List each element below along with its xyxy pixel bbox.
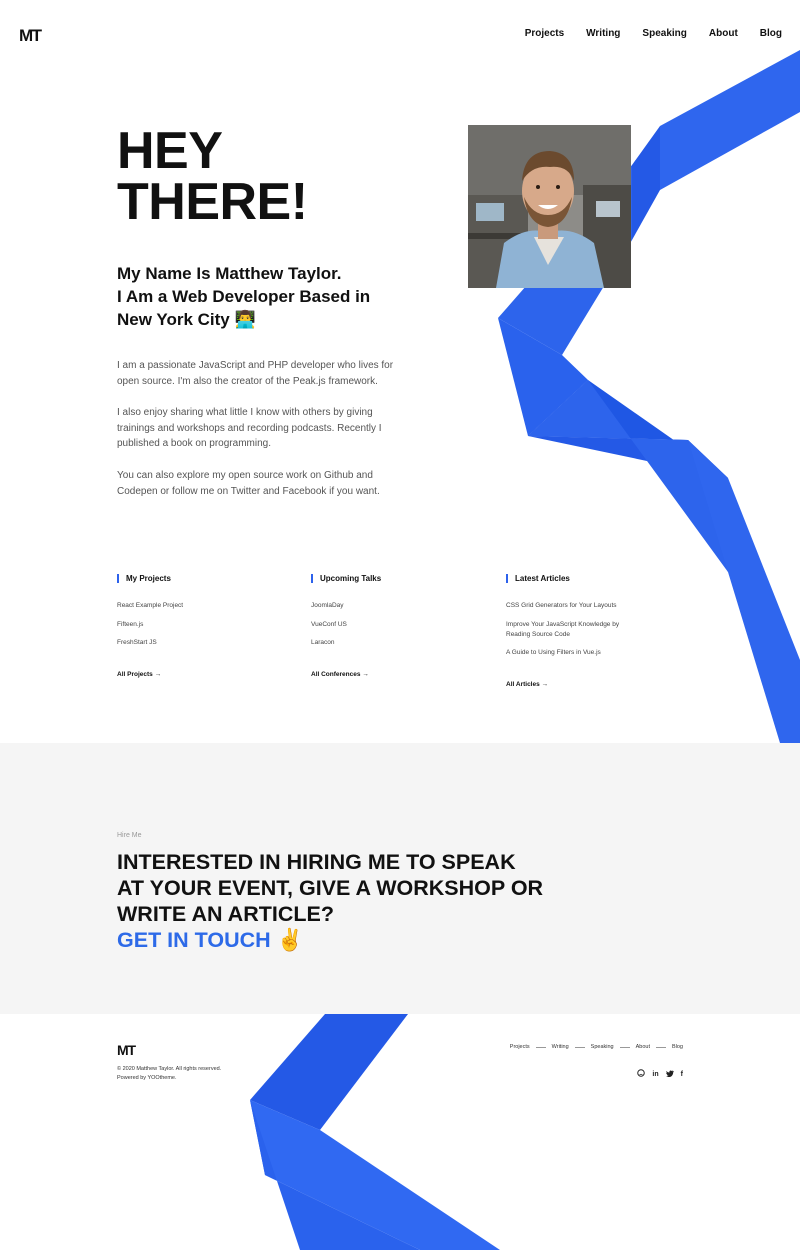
list-item[interactable]: Laracon	[311, 638, 491, 648]
list-item[interactable]: VueConf US	[311, 620, 491, 630]
nav-writing[interactable]: Writing	[586, 28, 620, 39]
footer-logo[interactable]: MT	[117, 1042, 136, 1058]
list-item[interactable]: CSS Grid Generators for Your Layouts	[506, 601, 636, 611]
column-title: My Projects	[117, 574, 297, 583]
nav-divider	[535, 1046, 546, 1048]
column-title: Upcoming Talks	[311, 574, 491, 583]
talk-list: JoomlaDay VueConf US Laracon	[311, 601, 491, 648]
bio-paragraph: You can also explore my open source work…	[117, 469, 380, 497]
twitter-icon[interactable]	[665, 1070, 674, 1080]
list-item[interactable]: React Example Project	[117, 601, 297, 611]
subtitle-line: I Am a Web Developer Based in	[117, 287, 371, 306]
hero-title-line: THERE!	[117, 173, 308, 231]
list-item[interactable]: Fifteen.js	[117, 620, 297, 630]
footer-nav: Projects Writing Speaking About Blog	[510, 1044, 683, 1050]
hero-subtitle: My Name Is Matthew Taylor. I Am a Web De…	[117, 262, 417, 331]
get-in-touch-link[interactable]: GET IN TOUCH	[117, 928, 271, 952]
footer-nav-about[interactable]: About	[636, 1044, 650, 1050]
social-links: in f	[637, 1069, 683, 1080]
list-item[interactable]: FreshStart JS	[117, 638, 297, 648]
column-talks: Upcoming Talks JoomlaDay VueConf US Lara…	[311, 574, 491, 681]
column-projects: My Projects React Example Project Fiftee…	[117, 574, 297, 681]
nav-about[interactable]: About	[709, 28, 738, 39]
hire-line-text: WRITE AN ARTICLE?	[117, 902, 334, 926]
hire-heading: INTERESTED IN HIRING ME TO SPEAK AT YOUR…	[117, 849, 677, 953]
all-articles-link[interactable]: All Articles →	[506, 681, 548, 688]
facebook-icon[interactable]: f	[681, 1070, 683, 1079]
footer-nav-projects[interactable]: Projects	[510, 1044, 530, 1050]
column-articles: Latest Articles CSS Grid Generators for …	[506, 574, 636, 691]
hero-title: HEY THERE!	[117, 122, 377, 231]
hire-line: INTERESTED IN HIRING ME TO SPEAK	[117, 850, 516, 874]
nav-divider	[655, 1046, 666, 1048]
hire-section: Hire Me INTERESTED IN HIRING ME TO SPEAK…	[0, 743, 800, 1014]
list-item[interactable]: Improve Your JavaScript Knowledge by Rea…	[506, 620, 636, 640]
footer-copyright: © 2020 Matthew Taylor. All rights reserv…	[117, 1065, 221, 1083]
subtitle-line: My Name Is Matthew Taylor.	[117, 264, 342, 283]
hire-line: AT YOUR EVENT, GIVE A WORKSHOP OR	[117, 876, 544, 900]
profile-photo	[468, 125, 631, 288]
hire-line: WRITE AN ARTICLE? GET IN TOUCH ✌️	[117, 901, 677, 953]
all-projects-link[interactable]: All Projects →	[117, 671, 161, 678]
linkedin-icon[interactable]: in	[652, 1070, 658, 1079]
footer-nav-speaking[interactable]: Speaking	[591, 1044, 614, 1050]
bio-text: I am a passionate JavaScript and PHP dev…	[117, 358, 397, 515]
copyright-text: © 2020 Matthew Taylor. All rights reserv…	[117, 1066, 222, 1072]
hire-eyebrow: Hire Me	[117, 832, 142, 839]
column-title: Latest Articles	[506, 574, 636, 583]
site-logo[interactable]: MT	[19, 26, 42, 46]
powered-by-text: Powered by YOOtheme.	[117, 1075, 177, 1081]
subtitle-line: New York City 👨‍💻	[117, 310, 256, 329]
nav-speaking[interactable]: Speaking	[642, 28, 686, 39]
project-list: React Example Project Fifteen.js FreshSt…	[117, 601, 297, 648]
nav-blog[interactable]: Blog	[760, 28, 782, 39]
site-header: MT Projects Writing Speaking About Blog	[0, 0, 800, 68]
list-item[interactable]: JoomlaDay	[311, 601, 491, 611]
hero-title-line: HEY	[117, 122, 223, 180]
github-icon[interactable]	[637, 1069, 646, 1080]
bio-paragraph: I also enjoy sharing what little I know …	[117, 407, 382, 450]
bio-paragraph: I am a passionate JavaScript and PHP dev…	[117, 360, 394, 387]
all-conferences-link[interactable]: All Conferences →	[311, 671, 369, 678]
main-nav: Projects Writing Speaking About Blog	[525, 28, 782, 39]
list-item[interactable]: A Guide to Using Filters in Vue.js	[506, 648, 636, 658]
article-list: CSS Grid Generators for Your Layouts Imp…	[506, 601, 636, 658]
footer-nav-blog[interactable]: Blog	[672, 1044, 683, 1050]
nav-divider	[619, 1046, 630, 1048]
nav-projects[interactable]: Projects	[525, 28, 564, 39]
nav-divider	[574, 1046, 585, 1048]
footer-nav-writing[interactable]: Writing	[552, 1044, 569, 1050]
victory-emoji-icon: ✌️	[276, 928, 304, 952]
